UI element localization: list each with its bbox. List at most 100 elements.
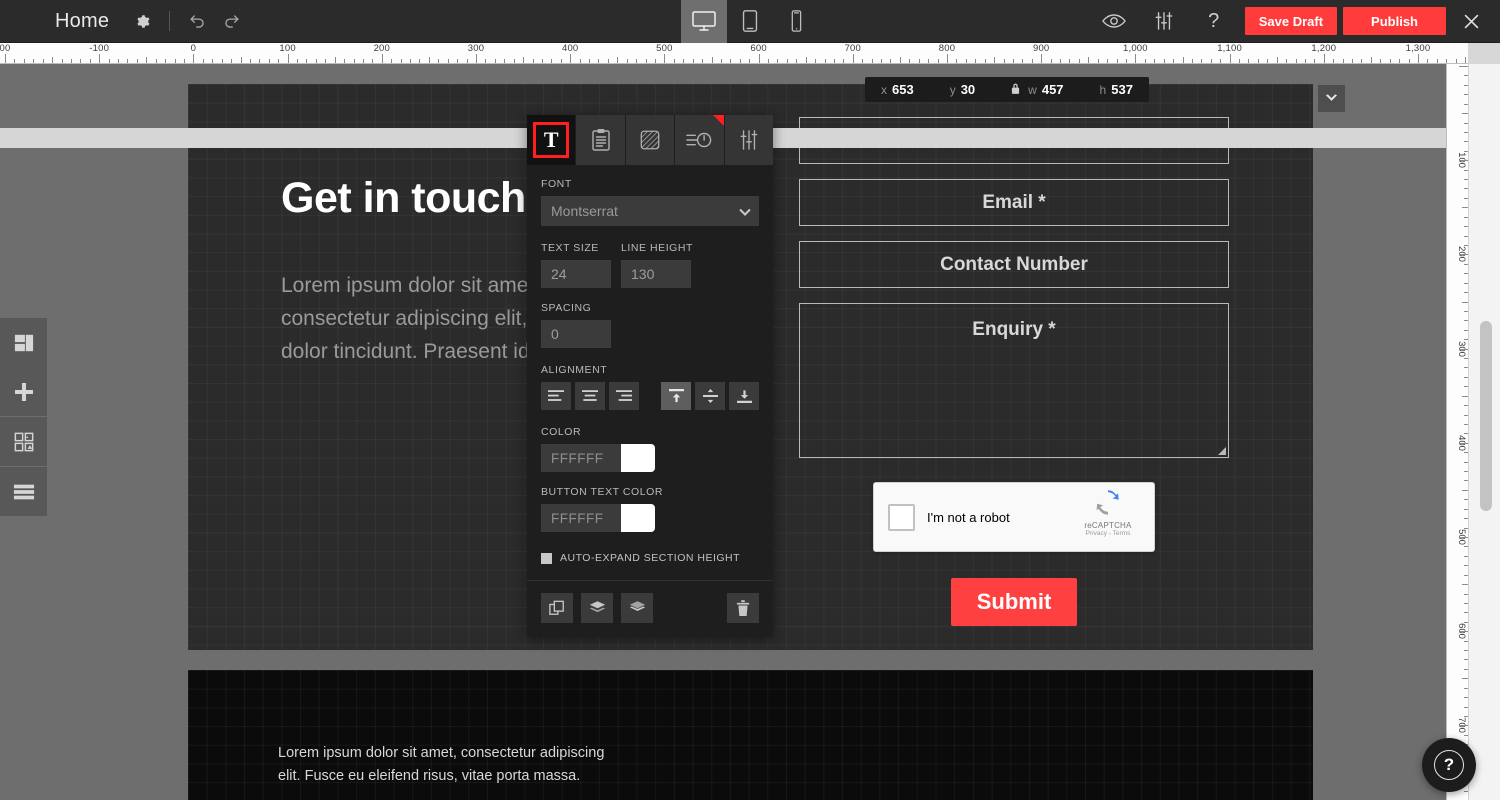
send-backward-button[interactable] [581, 593, 613, 623]
undo-icon[interactable] [180, 4, 214, 38]
ruler-h-tick [975, 59, 976, 63]
delete-button[interactable] [727, 593, 759, 623]
help-question-icon[interactable]: ? [1197, 4, 1231, 38]
text-T-icon: T [533, 122, 569, 158]
vertical-ruler: 100200300400500600700 [1446, 64, 1468, 800]
color-label: COLOR [541, 426, 759, 438]
color-hex-input[interactable] [541, 444, 621, 472]
align-left-button[interactable] [541, 382, 571, 410]
sidebar-item-layout[interactable] [0, 318, 47, 367]
ruler-h-tick [862, 59, 863, 63]
coord-x-value[interactable]: 653 [892, 82, 914, 97]
ruler-h-tick [617, 57, 618, 63]
toolbar-right-group: ? Save Draft Publish [1089, 0, 1500, 43]
align-bottom-button[interactable] [729, 382, 759, 410]
ruler-h-tick [24, 59, 25, 63]
content-tab[interactable] [576, 115, 625, 165]
auto-expand-checkbox[interactable] [541, 553, 552, 564]
ruler-h-tick [1032, 59, 1033, 63]
coord-w-value[interactable]: 457 [1042, 82, 1064, 97]
ruler-h-tick [203, 59, 204, 63]
font-select[interactable]: Montserrat [541, 196, 759, 226]
ruler-h-tick [1305, 59, 1306, 63]
coord-w-key: w [1028, 83, 1037, 97]
collapse-panel-button[interactable] [1318, 85, 1345, 112]
ruler-h-tick [985, 59, 986, 63]
save-draft-button[interactable]: Save Draft [1245, 7, 1337, 35]
lock-icon[interactable] [1011, 82, 1020, 98]
ruler-h-label: 900 [1033, 43, 1049, 54]
vertical-scrollbar-track[interactable] [1468, 64, 1500, 800]
line-height-input[interactable] [621, 260, 691, 288]
ruler-h-tick [231, 59, 232, 63]
ruler-h-label: 0 [191, 43, 196, 54]
enquiry-field[interactable]: Enquiry * [799, 303, 1229, 458]
ruler-h-tick [1098, 59, 1099, 63]
align-right-button[interactable] [609, 382, 639, 410]
spacing-input[interactable] [541, 320, 611, 348]
duplicate-button[interactable] [541, 593, 573, 623]
footer-text[interactable]: Lorem ipsum dolor sit amet, consectetur … [278, 742, 608, 788]
animation-tab[interactable] [675, 115, 724, 165]
section-heading[interactable]: Get in touch [281, 174, 526, 223]
advanced-tab[interactable] [725, 115, 773, 165]
sliders-icon [739, 129, 759, 151]
ruler-h-tick [768, 59, 769, 63]
eye-icon[interactable] [1097, 4, 1131, 38]
ruler-h-tick [872, 59, 873, 63]
ruler-h-tick [401, 59, 402, 63]
color-swatch[interactable] [621, 444, 655, 472]
ruler-h-tick [551, 59, 552, 63]
redo-icon[interactable] [214, 4, 248, 38]
button-text-color-swatch[interactable] [621, 504, 655, 532]
coord-h-key: h [1100, 83, 1107, 97]
sidebar-item-pages[interactable] [0, 467, 47, 516]
publish-button[interactable]: Publish [1343, 7, 1446, 35]
footer-section[interactable]: Lorem ipsum dolor sit amet, consectetur … [188, 670, 1313, 800]
submit-button[interactable]: Submit [951, 578, 1078, 626]
ruler-h-tick [193, 54, 194, 63]
ruler-h-tick [956, 59, 957, 63]
sliders-icon[interactable] [1147, 4, 1181, 38]
device-desktop-button[interactable] [681, 0, 727, 43]
style-tab[interactable] [626, 115, 675, 165]
recaptcha-checkbox[interactable] [888, 504, 915, 531]
ruler-h-label: 600 [750, 43, 766, 54]
ruler-h-tick [1004, 59, 1005, 63]
ruler-h-label: 200 [374, 43, 390, 54]
align-middle-button[interactable] [695, 382, 725, 410]
ruler-h-tick [410, 59, 411, 63]
ruler-h-tick [1079, 59, 1080, 63]
recaptcha-widget[interactable]: I'm not a robot reCAPTCHA Privacy - Term… [873, 482, 1155, 552]
sidebar-item-apps[interactable] [0, 417, 47, 466]
ruler-h-tick [43, 59, 44, 63]
ruler-h-tick [523, 57, 524, 63]
ruler-h-tick [118, 59, 119, 63]
align-center-button[interactable] [575, 382, 605, 410]
color-control [541, 444, 759, 472]
device-tablet-button[interactable] [727, 0, 773, 43]
animation-flag-indicator [713, 115, 724, 126]
recaptcha-icon [1095, 489, 1121, 515]
ruler-v-tick [1459, 66, 1468, 67]
text-tab[interactable]: T [527, 115, 576, 165]
contact-number-field[interactable]: Contact Number [799, 241, 1229, 288]
coord-y-value[interactable]: 30 [961, 82, 975, 97]
auto-expand-row[interactable]: AUTO-EXPAND SECTION HEIGHT [541, 546, 759, 580]
device-mobile-button[interactable] [773, 0, 819, 43]
email-field[interactable]: Email * [799, 179, 1229, 226]
text-size-input[interactable] [541, 260, 611, 288]
close-icon[interactable] [1452, 0, 1490, 43]
page-title[interactable]: Home [55, 10, 109, 33]
alignment-buttons [541, 382, 759, 410]
align-top-button[interactable] [661, 382, 691, 410]
sidebar-item-add[interactable] [0, 367, 47, 416]
button-text-color-hex-input[interactable] [541, 504, 621, 532]
gear-icon[interactable] [125, 4, 159, 38]
help-button[interactable]: ? [1422, 738, 1476, 792]
ruler-h-tick [1220, 59, 1221, 63]
coord-h-value[interactable]: 537 [1111, 82, 1133, 97]
ruler-h-tick [730, 59, 731, 63]
vertical-scrollbar-thumb[interactable] [1480, 321, 1492, 511]
bring-forward-button[interactable] [621, 593, 653, 623]
